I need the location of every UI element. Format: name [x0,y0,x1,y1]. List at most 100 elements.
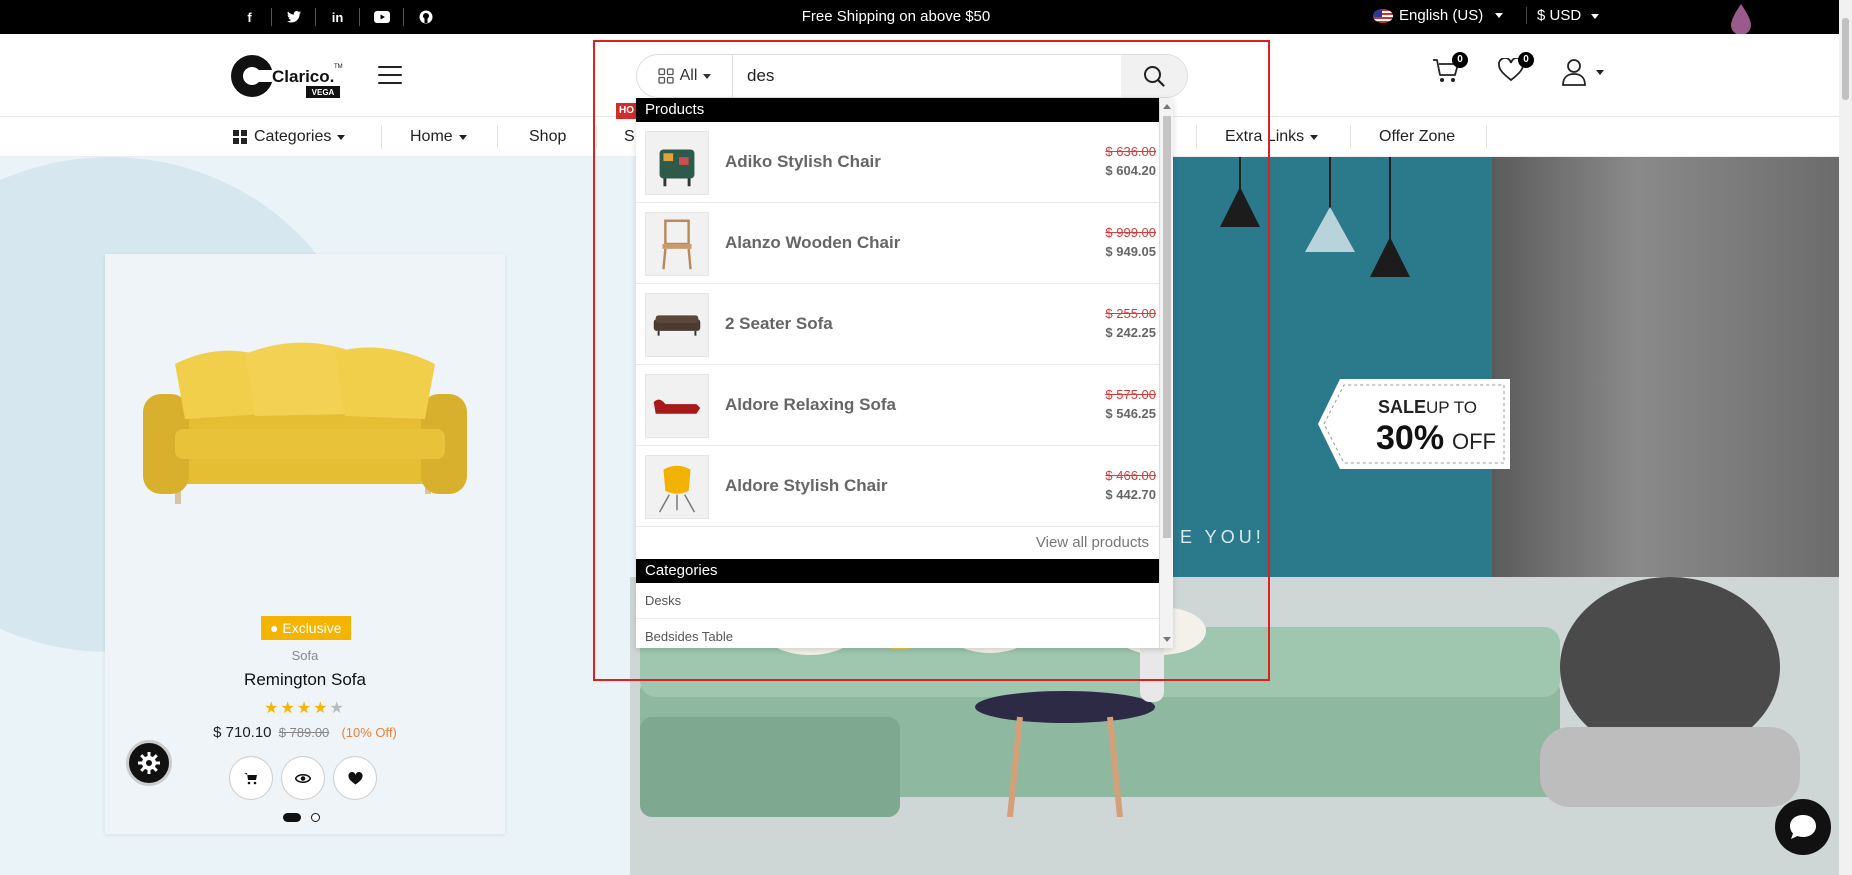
chevron-down-icon [1596,70,1604,75]
products-heading: Products [636,98,1173,122]
search-category-label: All [679,67,698,84]
scroll-down-icon[interactable] [1163,637,1171,642]
logo-badge: VEGA [312,88,335,97]
suggestion-price: $ 442.70 [1105,487,1156,502]
wishlist-button[interactable] [333,756,377,800]
suggestion-old-price: $ 575.00 [1105,387,1156,402]
nav-offer-zone[interactable]: Offer Zone [1379,117,1455,157]
star-icon: ★ [329,700,346,717]
search-button[interactable] [1121,55,1187,97]
product-category: Sofa [291,648,319,663]
heart-icon [347,771,363,784]
product-image[interactable] [135,324,475,554]
product-old-price: $ 789.00 [278,725,330,740]
suggestion-product[interactable]: Alanzo Wooden Chair $ 999.00 $ 949.05 [636,203,1173,284]
settings-button[interactable] [126,740,172,786]
nav-extra-links[interactable]: Extra Links [1225,117,1319,157]
search-category-select[interactable]: All [637,55,733,97]
language-selector[interactable]: English (US) [1373,7,1504,24]
product-rating: ★★★★★ [105,698,505,718]
cart-button[interactable]: 0 [1432,52,1468,88]
nav-home-label: Home [410,128,453,145]
cart-count-badge: 0 [1452,52,1468,68]
product-thumbnail [645,212,709,276]
carousel-dots [283,813,320,822]
grid-icon [233,130,247,144]
suggestion-product[interactable]: Aldore Stylish Chair $ 466.00 $ 442.70 [636,446,1173,527]
sale-upto: UP TO [1426,398,1477,417]
language-label: English (US) [1399,7,1484,24]
user-icon [1562,59,1586,86]
suggestion-old-price: $ 636.00 [1105,144,1156,159]
suggestion-product[interactable]: Aldore Relaxing Sofa $ 575.00 $ 546.25 [636,365,1173,446]
suggestion-product[interactable]: Adiko Stylish Chair $ 636.00 $ 604.20 [636,122,1173,203]
nav-shop[interactable]: Shop [529,117,566,157]
product-thumbnail [645,374,709,438]
product-thumbnail [645,293,709,357]
product-actions [229,756,377,800]
nav-home[interactable]: Home [410,117,467,157]
sale-ribbon: SALE UP TO 30% OFF [1318,379,1510,469]
account-menu[interactable] [1562,58,1604,88]
page-scrollbar[interactable] [1839,0,1852,875]
product-thumbnail [645,455,709,519]
chevron-down-icon [1310,134,1319,140]
chat-bubble-icon [1790,815,1816,839]
wishlist-button[interactable]: 0 [1498,52,1534,88]
star-icon: ★ [264,700,281,717]
suggestion-name: Aldore Relaxing Sofa [725,395,896,414]
scroll-up-icon[interactable] [1163,104,1171,109]
product-name[interactable]: Remington Sofa [105,670,505,690]
add-to-cart-button[interactable] [229,756,273,800]
top-bar: f in Free Shipping on above $50 English … [0,0,1852,35]
search-input[interactable] [733,55,1121,97]
suggestion-product[interactable]: 2 Seater Sofa $ 255.00 $ 242.25 [636,284,1173,365]
suggestion-price: $ 604.20 [1105,163,1156,178]
hamburger-menu-icon[interactable] [378,66,402,84]
exclusive-label: Exclusive [282,620,342,636]
pendant-lamps-image [1220,157,1410,277]
chevron-down-icon [337,134,346,140]
star-icon: ★ [280,700,297,717]
product-prices: $ 710.10 $ 789.00 (10% Off) [105,724,505,741]
carousel-dot[interactable] [311,813,320,822]
shipping-banner: Free Shipping on above $50 [801,8,991,25]
nav-partial-item[interactable]: S [624,117,635,157]
wishlist-count-badge: 0 [1518,52,1534,68]
suggestion-category[interactable]: Bedsides Table [636,619,1173,648]
tag-icon: ● [270,620,279,636]
drop-icon [1731,4,1751,35]
search-icon [1144,66,1165,87]
view-all-products-link[interactable]: View all products [1036,534,1149,551]
clarico-logo[interactable]: Clarico. TM VEGA [230,50,350,102]
chevron-down-icon [458,134,467,140]
nav-partial-label: S [624,128,635,145]
product-discount: (10% Off) [341,725,397,740]
scrollbar-thumb[interactable] [1163,116,1171,538]
chevron-down-icon [1591,13,1600,19]
logo-text: Clarico. [272,67,334,86]
currency-selector[interactable]: $ USD [1526,7,1600,24]
star-icon: ★ [313,700,330,717]
quick-view-button[interactable] [281,756,325,800]
product-price: $ 710.10 [213,724,272,741]
search-bar: All [636,54,1188,98]
chat-button[interactable] [1775,799,1831,855]
suggestion-old-price: $ 466.00 [1105,468,1156,483]
dropdown-scrollbar[interactable] [1159,98,1173,648]
search-suggestions-dropdown: Products Adiko Stylish Chair $ 636.00 $ … [636,98,1173,648]
chevron-down-icon [1495,13,1504,18]
currency-label: $ USD [1537,7,1582,24]
carousel-dot-active[interactable] [283,813,301,822]
us-flag-icon [1373,8,1393,23]
hero-tagline: E YOU! [1180,527,1265,547]
hot-badge: HO [616,103,636,119]
sale-off: OFF [1452,429,1496,454]
gear-icon [138,752,160,774]
nav-extra-links-label: Extra Links [1225,128,1305,145]
logo-tm: TM [334,64,343,70]
nav-categories[interactable]: Categories [233,117,346,157]
grid-icon [657,68,674,84]
suggestion-category[interactable]: Desks [636,583,1173,619]
sale-percent: 30% [1376,419,1444,457]
